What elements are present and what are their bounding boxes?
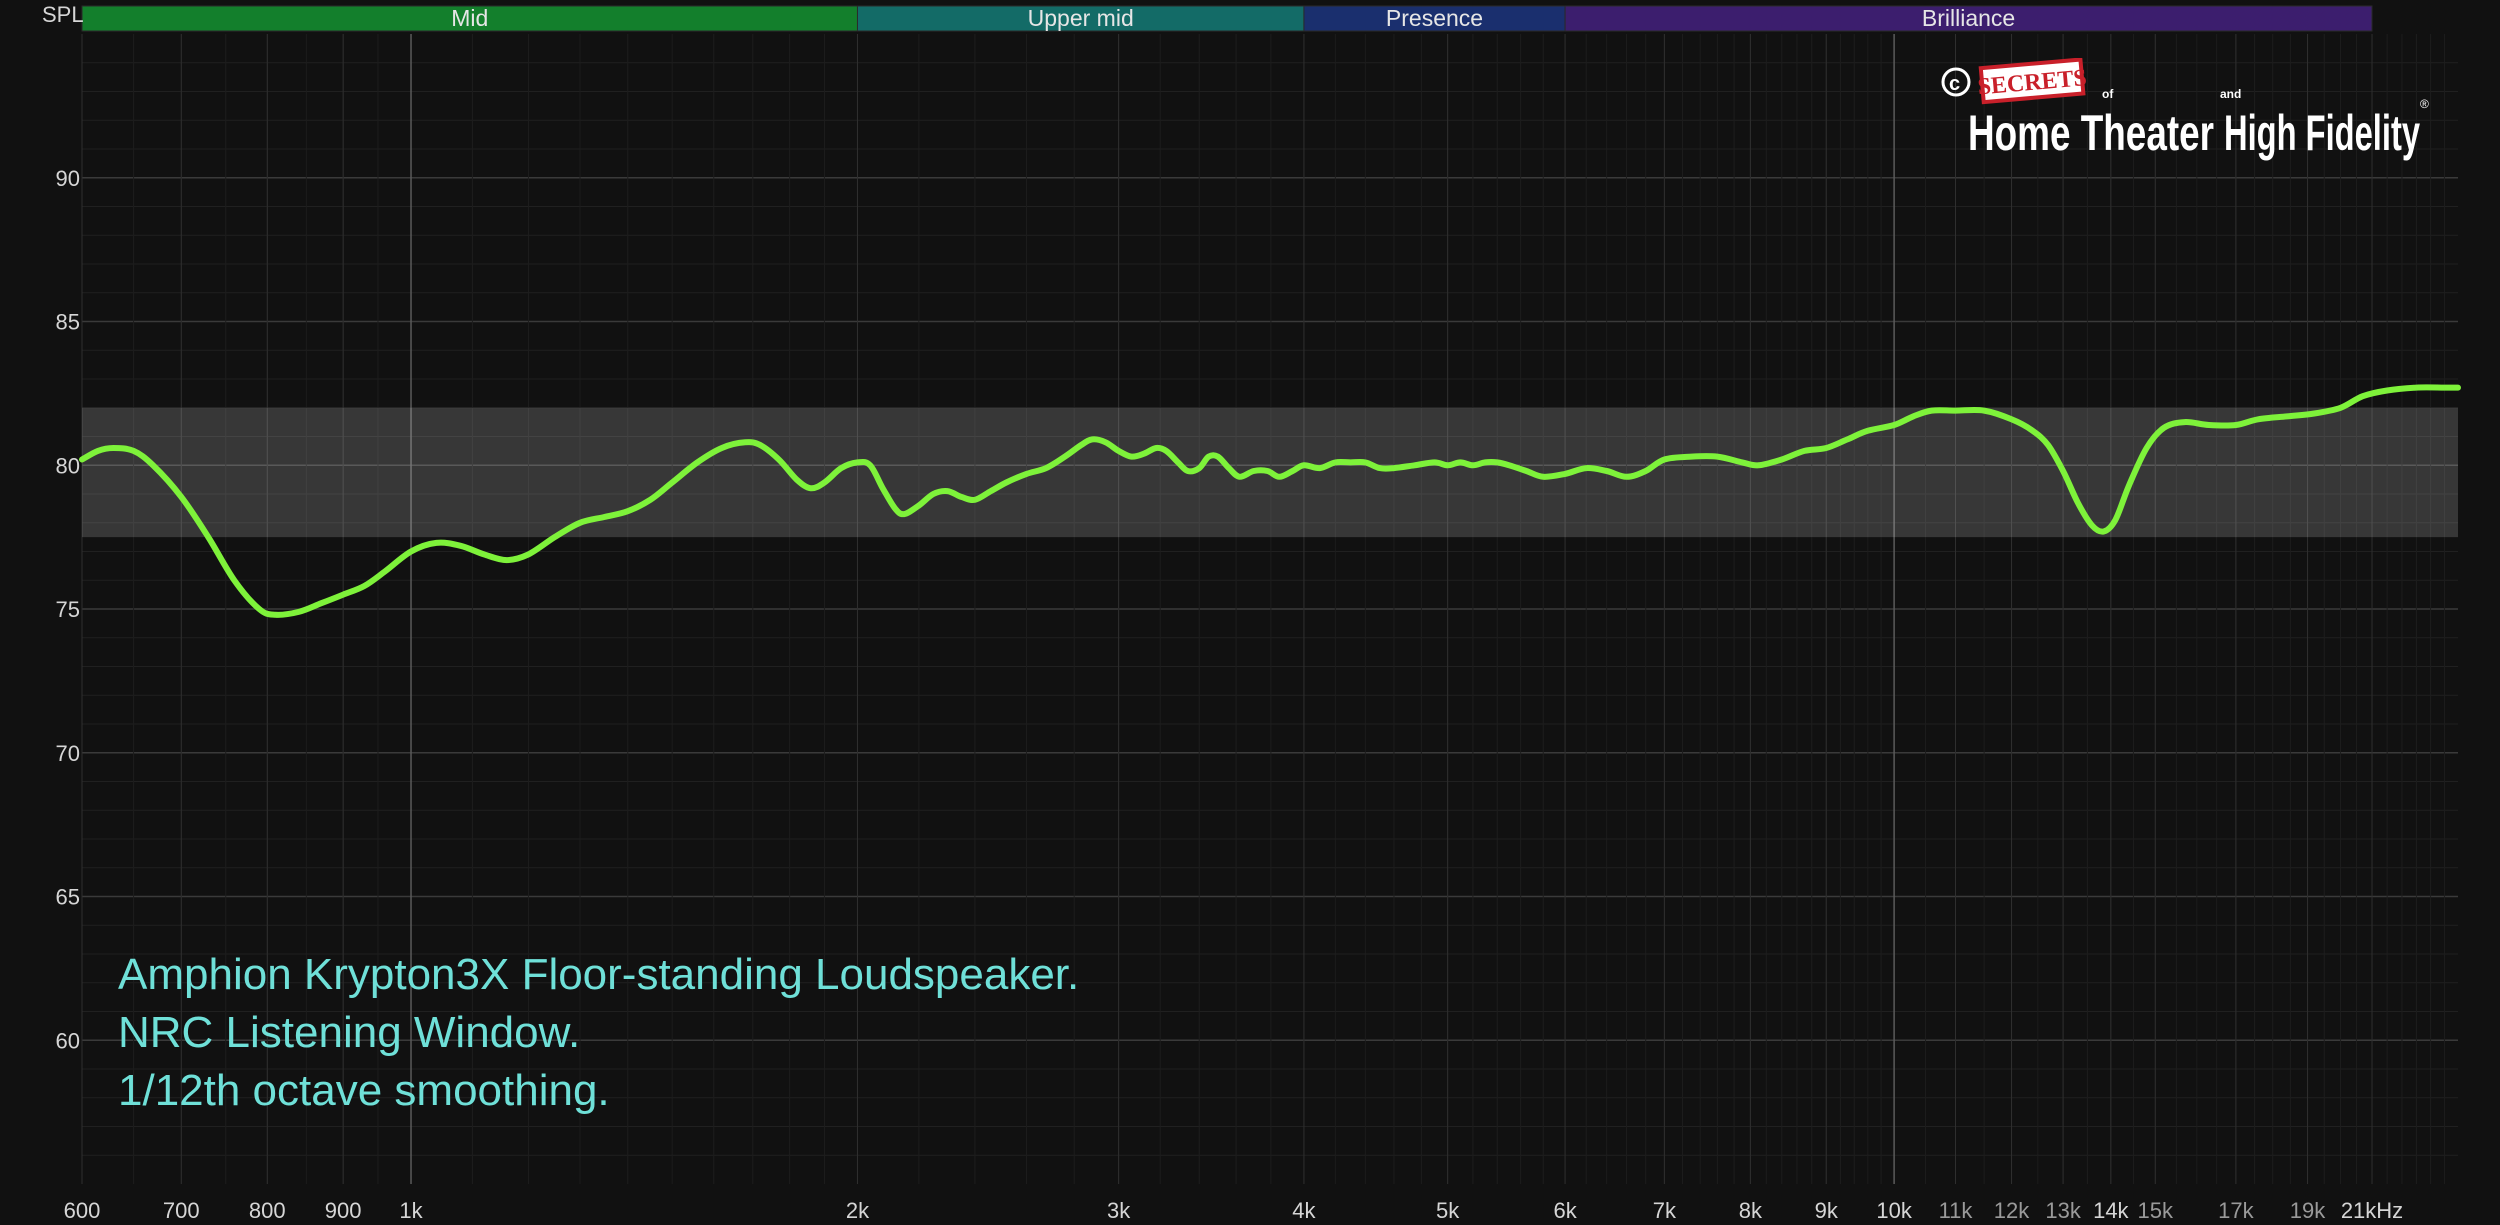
frequency-band-bar: Mid Upper mid Presence Brilliance [81, 5, 2373, 32]
logo-small-of: of [2102, 87, 2114, 101]
x-tick-label: 9k [1815, 1198, 1839, 1223]
copyright-symbol: c [1949, 73, 1960, 95]
x-tick-label: 10k [1876, 1198, 1912, 1223]
chart-caption-line-3: 1/12th octave smoothing. [118, 1066, 610, 1115]
chart-caption-line-1: Amphion Krypton3X Floor-standing Loudspe… [118, 950, 1080, 999]
x-tick-label: 900 [325, 1198, 362, 1223]
y-tick-label: 70 [56, 741, 80, 766]
band-label: Presence [1386, 5, 1483, 31]
band-label: Upper mid [1028, 5, 1134, 31]
x-tick-label: 6k [1553, 1198, 1577, 1223]
x-tick-label: 15k [2138, 1198, 2174, 1223]
y-tick-label: 60 [56, 1028, 80, 1053]
x-tick-label: 7k [1653, 1198, 1677, 1223]
x-tick-label: 13k [2045, 1198, 2081, 1223]
x-tick-label: 12k [1994, 1198, 2030, 1223]
logo-small-and: and [2220, 87, 2241, 101]
x-tick-label: 1k [399, 1198, 423, 1223]
x-tick-label: 19k [2290, 1198, 2326, 1223]
x-tick-label: 21kHz [2341, 1198, 2403, 1223]
x-tick-label: 14k [2093, 1198, 2129, 1223]
logo-home-theater: Home Theater [1968, 105, 2214, 161]
y-axis-label: SPL [42, 2, 84, 27]
chart-caption-line-2: NRC Listening Window. [118, 1008, 581, 1057]
y-tick-label: 80 [56, 453, 80, 478]
logo-high-fidelity: High Fidelity [2224, 105, 2420, 161]
x-tick-label: 700 [163, 1198, 200, 1223]
secrets-stamp: SECRETS [1977, 58, 2088, 105]
y-tick-label: 75 [56, 597, 80, 622]
band-label: Mid [451, 5, 488, 31]
secrets-logo-watermark: c SECRETS of and Home Theater High Fidel… [1941, 58, 2429, 161]
x-tick-label: 5k [1436, 1198, 1460, 1223]
x-tick-label: 4k [1292, 1198, 1316, 1223]
x-tick-label: 600 [64, 1198, 101, 1223]
x-tick-label: 8k [1739, 1198, 1763, 1223]
y-tick-label: 85 [56, 310, 80, 335]
x-tick-label: 2k [846, 1198, 870, 1223]
registered-mark: ® [2420, 97, 2429, 111]
y-tick-label: 90 [56, 166, 80, 191]
x-tick-label: 3k [1107, 1198, 1131, 1223]
x-tick-label: 800 [249, 1198, 286, 1223]
y-tick-label: 65 [56, 885, 80, 910]
x-tick-label: 11k [1939, 1198, 1974, 1223]
band-label: Brilliance [1922, 5, 2015, 31]
x-tick-label: 17k [2218, 1198, 2254, 1223]
